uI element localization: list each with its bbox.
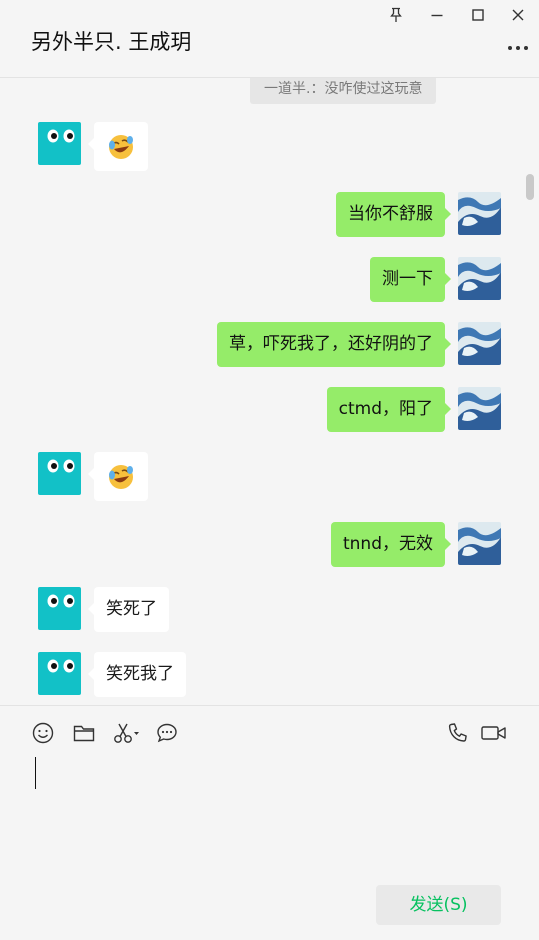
self-avatar[interactable] xyxy=(458,387,501,430)
system-notice: 一道半.：没咋使过这玩意 xyxy=(250,78,437,104)
close-icon xyxy=(512,9,524,21)
minimize-button[interactable] xyxy=(424,4,450,26)
message-row: ctmd，阳了 xyxy=(0,387,525,437)
message-bubble-self[interactable]: 当你不舒服 xyxy=(336,192,451,237)
sky-avatar-icon xyxy=(458,257,501,300)
video-icon xyxy=(481,726,506,740)
message-bubble-other[interactable]: 笑死我了 xyxy=(88,652,186,697)
chat-title: 另外半只. 王成玥 xyxy=(31,30,192,54)
close-button[interactable] xyxy=(505,4,531,26)
self-avatar[interactable] xyxy=(458,322,501,365)
message-row: 笑死了 xyxy=(0,587,525,637)
smiley-icon xyxy=(32,722,54,744)
sky-avatar-icon xyxy=(458,322,501,365)
chat-header: 另外半只. 王成玥 xyxy=(0,0,539,78)
text-caret xyxy=(35,757,36,789)
laughing-rolling-emoji-icon xyxy=(109,464,133,489)
file-button[interactable] xyxy=(71,720,97,746)
self-avatar[interactable] xyxy=(458,522,501,565)
chat-bubble-icon xyxy=(157,723,177,743)
message-row xyxy=(0,452,525,502)
message-row xyxy=(0,122,525,172)
sky-avatar-icon xyxy=(458,522,501,565)
sky-avatar-icon xyxy=(458,192,501,235)
emoji-bubble[interactable] xyxy=(88,452,148,501)
contact-avatar[interactable] xyxy=(38,587,81,630)
emoji-bubble[interactable] xyxy=(88,122,148,171)
minimize-icon xyxy=(431,14,443,17)
maximize-button[interactable] xyxy=(465,4,491,26)
emoji-button[interactable] xyxy=(30,720,56,746)
avatar-eyes-icon xyxy=(38,122,81,165)
maximize-icon xyxy=(472,9,484,21)
avatar-eyes-icon xyxy=(38,587,81,630)
voice-call-button[interactable] xyxy=(445,720,471,746)
self-avatar[interactable] xyxy=(458,192,501,235)
message-bubble-self[interactable]: 草，吓死我了，还好阴的了 xyxy=(217,322,451,367)
chat-window: 另外半只. 王成玥 一道半.：没咋使过这玩意 当你不舒服 测一下 草，吓死我了，… xyxy=(0,0,539,940)
contact-avatar[interactable] xyxy=(38,452,81,495)
sky-avatar-icon xyxy=(458,387,501,430)
message-row: 测一下 xyxy=(0,257,525,307)
self-avatar[interactable] xyxy=(458,257,501,300)
composer-divider xyxy=(0,705,539,706)
scissors-icon xyxy=(114,723,139,743)
message-input[interactable] xyxy=(20,752,520,872)
message-row: 草，吓死我了，还好阴的了 xyxy=(0,322,525,372)
avatar-eyes-icon xyxy=(38,652,81,695)
send-button[interactable]: 发送(S) xyxy=(376,885,501,925)
scrollbar-thumb[interactable] xyxy=(526,174,534,200)
more-options-button[interactable] xyxy=(505,38,531,58)
message-bubble-self[interactable]: 测一下 xyxy=(370,257,451,302)
more-icon xyxy=(508,46,528,50)
message-bubble-self[interactable]: ctmd，阳了 xyxy=(326,387,452,432)
message-row: 当你不舒服 xyxy=(0,192,525,242)
message-bubble-self[interactable]: tnnd，无效 xyxy=(330,522,452,567)
message-row: tnnd，无效 xyxy=(0,522,525,572)
message-bubble-other[interactable]: 笑死了 xyxy=(88,587,169,632)
message-row: 笑死我了 xyxy=(0,652,525,702)
video-call-button[interactable] xyxy=(480,720,508,746)
pin-icon xyxy=(390,7,402,22)
pin-button[interactable] xyxy=(383,4,409,26)
message-list: 一道半.：没咋使过这玩意 当你不舒服 测一下 草，吓死我了，还好阴的了 ctmd… xyxy=(0,78,539,705)
laughing-rolling-emoji-icon xyxy=(109,134,133,159)
phone-icon xyxy=(448,723,467,742)
screenshot-button[interactable] xyxy=(112,720,142,746)
avatar-eyes-icon xyxy=(38,452,81,495)
contact-avatar[interactable] xyxy=(38,652,81,695)
folder-icon xyxy=(73,725,95,742)
contact-avatar[interactable] xyxy=(38,122,81,165)
chat-history-button[interactable] xyxy=(154,720,180,746)
